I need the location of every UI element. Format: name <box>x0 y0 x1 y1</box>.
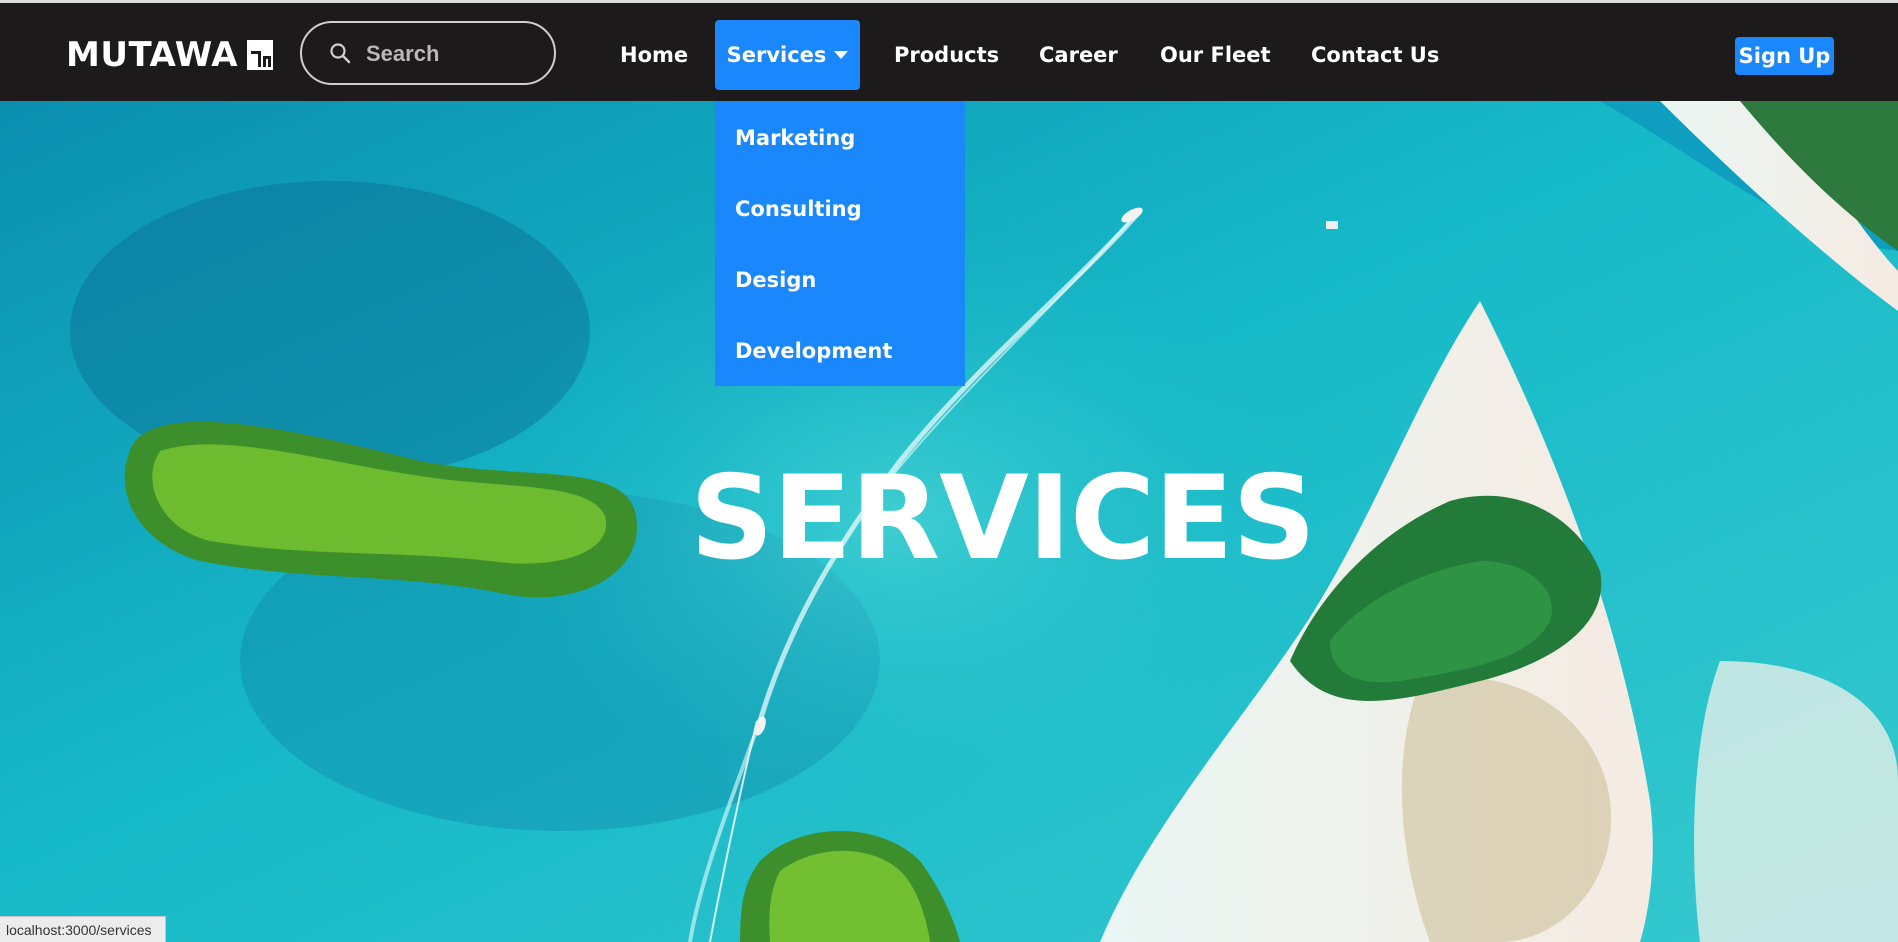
nav-services-label: Services <box>726 43 827 67</box>
dropdown-item-consulting[interactable]: Consulting <box>735 189 862 229</box>
top-navbar: MUTAWA Home Services Products Career Our… <box>0 0 1898 101</box>
search-box[interactable] <box>300 21 556 85</box>
dropdown-item-design[interactable]: Design <box>735 260 816 300</box>
hero-title: SERVICES <box>690 451 1316 586</box>
search-icon <box>330 43 351 64</box>
nav-home[interactable]: Home <box>620 20 688 90</box>
nav-products[interactable]: Products <box>894 20 999 90</box>
browser-status-bar: localhost:3000/services <box>0 916 166 942</box>
nav-contact-us[interactable]: Contact Us <box>1311 20 1439 90</box>
brand-logo[interactable]: MUTAWA <box>66 33 274 77</box>
caret-down-icon <box>834 51 849 59</box>
nav-services[interactable]: Services <box>715 20 860 90</box>
nav-career[interactable]: Career <box>1039 20 1118 90</box>
dropdown-item-marketing[interactable]: Marketing <box>735 118 855 158</box>
services-dropdown-menu: Marketing Consulting Design Development <box>715 101 965 386</box>
brand-name: MUTAWA <box>66 35 239 75</box>
sign-up-button[interactable]: Sign Up <box>1735 37 1834 75</box>
search-input[interactable] <box>364 33 538 75</box>
nav-our-fleet[interactable]: Our Fleet <box>1160 20 1271 90</box>
dropdown-item-development[interactable]: Development <box>735 331 892 371</box>
logo-mark-icon <box>247 40 274 70</box>
